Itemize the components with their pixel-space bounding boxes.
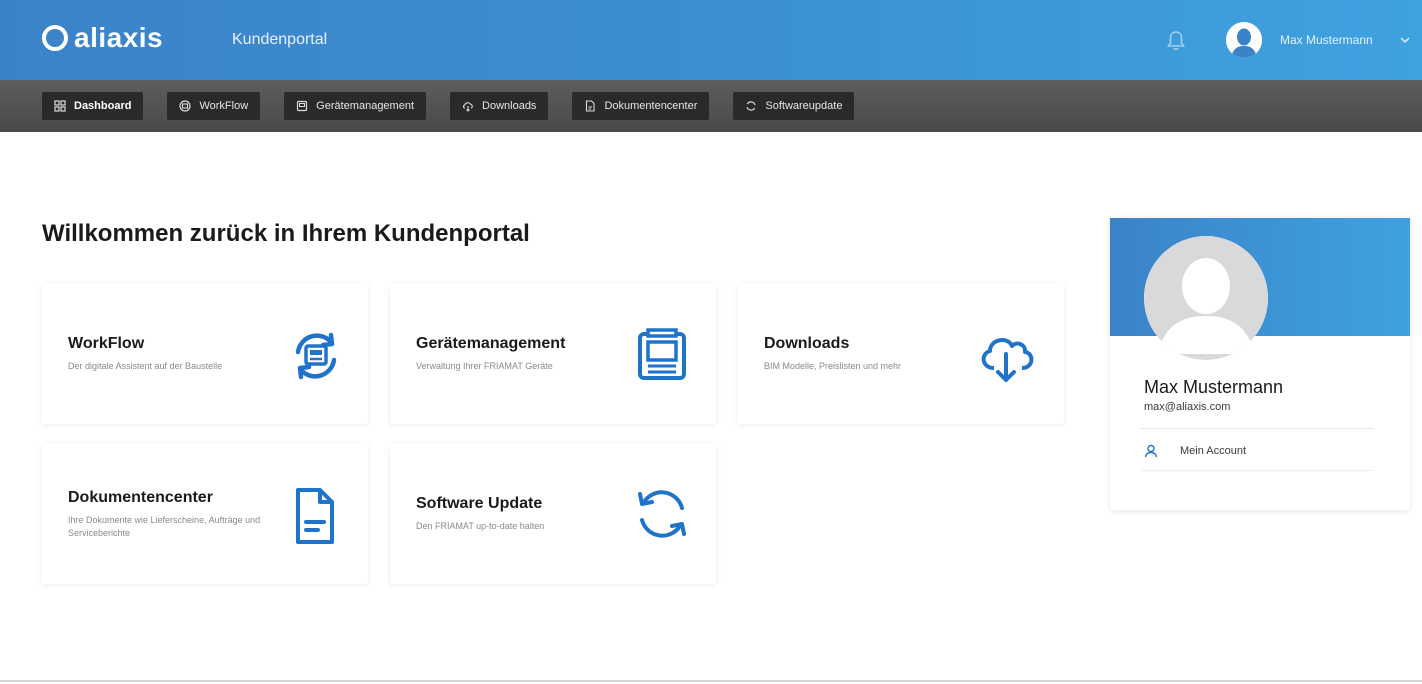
workflow-icon <box>295 332 337 380</box>
card-description: Der digitale Assistent auf der Baustelle <box>68 361 223 371</box>
nav-label: Softwareupdate <box>765 100 843 112</box>
divider <box>1140 470 1374 471</box>
nav-label: Downloads <box>482 100 537 112</box>
document-icon <box>296 488 334 544</box>
account-link[interactable]: Mein Account <box>1144 444 1246 458</box>
card-title: WorkFlow <box>68 335 145 352</box>
card-description: Verwaltung Ihrer FRIAMAT Geräte <box>416 361 553 371</box>
card-description: BIM Modelle, Preislisten und mehr <box>764 361 902 371</box>
portal-title: Kundenportal <box>232 31 328 48</box>
profile-avatar <box>1144 236 1268 360</box>
nav-item-geraetemanagement[interactable]: Gerätemanagement <box>284 92 427 120</box>
card-dokumentencenter[interactable]: Dokumentencenter Ihre Dokumente wie Lief… <box>42 444 368 584</box>
nav-label: Dashboard <box>74 100 132 112</box>
divider <box>1140 428 1374 429</box>
device-icon <box>297 100 308 112</box>
aliaxis-logo[interactable]: aliaxis <box>42 22 163 54</box>
card-workflow[interactable]: WorkFlow Der digitale Assistent auf der … <box>42 284 368 424</box>
main-navigation: Dashboard WorkFlow Gerätemanagement Down… <box>0 80 1422 132</box>
card-geraetemanagement[interactable]: Gerätemanagement Verwaltung Ihrer FRIAMA… <box>390 284 716 424</box>
page-title: Willkommen zurück in Ihrem Kundenportal <box>42 220 530 247</box>
refresh-icon <box>638 490 686 538</box>
nav-label: WorkFlow <box>199 100 249 112</box>
chevron-down-icon[interactable] <box>1398 34 1412 46</box>
cloud-download-icon <box>981 338 1034 382</box>
nav-item-downloads[interactable]: Downloads <box>450 92 549 120</box>
cloud-download-icon <box>462 102 473 112</box>
dashboard-icon <box>54 100 66 112</box>
page-bottom-divider <box>0 680 1422 682</box>
nav-item-workflow[interactable]: WorkFlow <box>167 92 261 120</box>
card-title: Gerätemanagement <box>416 335 566 352</box>
profile-card: Max Mustermann max@aliaxis.com Mein Acco… <box>1110 218 1410 510</box>
device-icon <box>638 328 686 380</box>
nav-item-softwareupdate[interactable]: Softwareupdate <box>733 92 855 120</box>
profile-email: max@aliaxis.com <box>1144 401 1231 413</box>
card-title: Downloads <box>764 335 850 352</box>
card-description: Den FRIAMAT up-to-date halten <box>416 521 545 531</box>
profile-name: Max Mustermann <box>1144 377 1284 397</box>
card-description: Ihre Dokumente wie Lieferscheine, Aufträ… <box>68 515 261 538</box>
user-silhouette-icon <box>1144 236 1268 360</box>
nav-label: Gerätemanagement <box>316 100 415 112</box>
account-link-label: Mein Account <box>1180 445 1247 457</box>
user-avatar[interactable] <box>1226 22 1262 58</box>
card-downloads[interactable]: Downloads BIM Modelle, Preislisten und m… <box>738 284 1064 424</box>
card-title: Dokumentencenter <box>68 489 213 506</box>
document-icon <box>586 100 595 112</box>
user-name-label[interactable]: Max Mustermann <box>1280 32 1373 48</box>
card-software-update[interactable]: Software Update Den FRIAMAT up-to-date h… <box>390 444 716 584</box>
card-title: Software Update <box>416 495 543 512</box>
refresh-icon <box>746 101 756 111</box>
top-bar: aliaxis Kundenportal Max Mustermann <box>0 0 1422 80</box>
nav-label: Dokumentencenter <box>604 100 698 112</box>
user-silhouette-icon <box>1226 22 1262 58</box>
logo-text: aliaxis <box>74 22 164 53</box>
nav-item-dashboard[interactable]: Dashboard <box>42 92 144 120</box>
user-icon <box>1144 444 1158 458</box>
nav-item-dokumentencenter[interactable]: Dokumentencenter <box>572 92 710 120</box>
logo-ring-icon <box>42 25 68 51</box>
workflow-icon <box>179 100 192 112</box>
bell-icon[interactable] <box>1166 30 1186 52</box>
